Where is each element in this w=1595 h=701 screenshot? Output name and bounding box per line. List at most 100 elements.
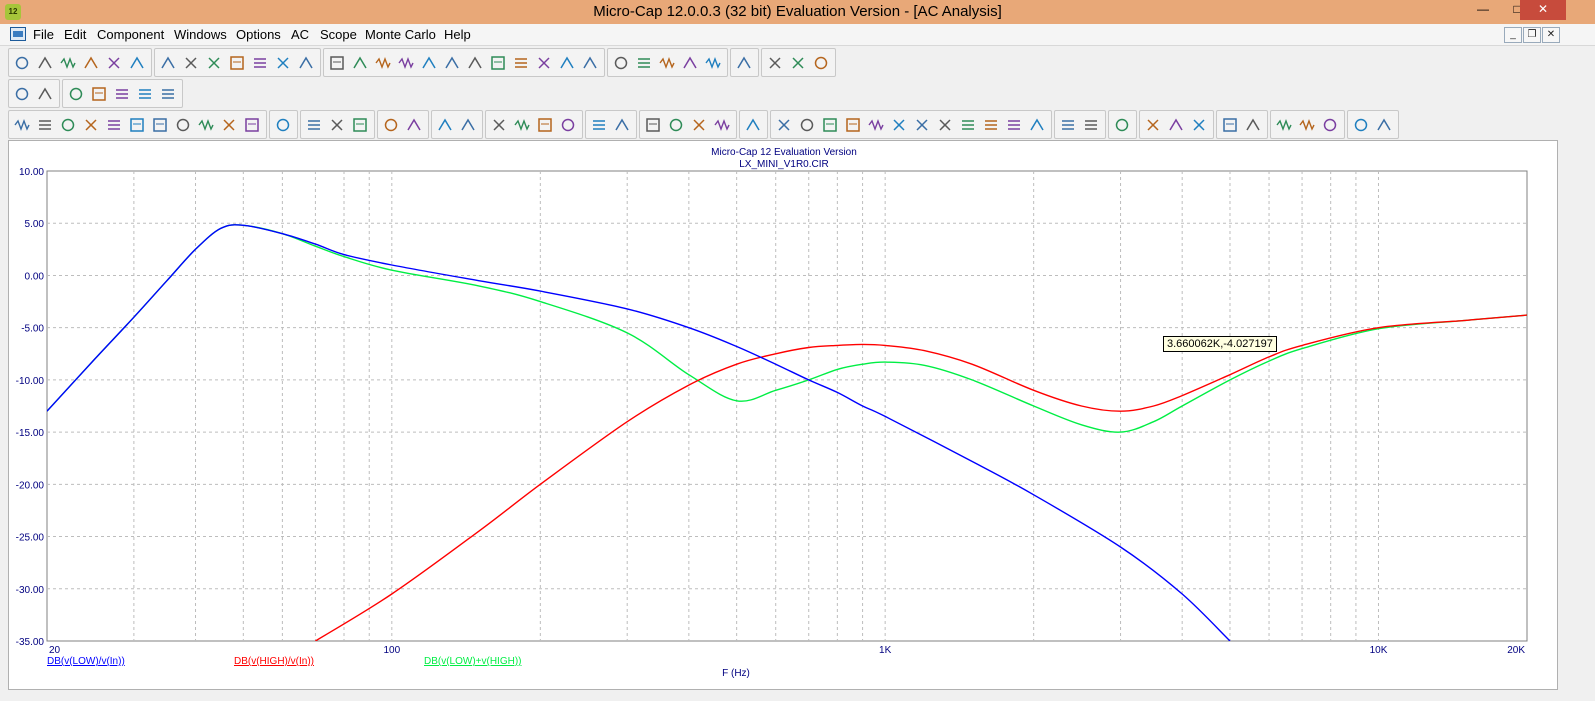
pan-hand-icon[interactable] xyxy=(36,116,54,134)
run-icon[interactable] xyxy=(305,116,323,134)
zoom-fit-icon[interactable] xyxy=(690,116,708,134)
delete-icon[interactable] xyxy=(274,54,292,72)
zoom-out2-icon[interactable] xyxy=(1244,116,1262,134)
print-icon[interactable] xyxy=(128,54,146,72)
cascade-icon[interactable] xyxy=(612,54,630,72)
report-icon[interactable] xyxy=(1113,116,1131,134)
fet-icon[interactable] xyxy=(466,54,484,72)
menu-scope[interactable]: Scope xyxy=(320,27,357,42)
dropdown-arrow-icon[interactable] xyxy=(82,116,100,134)
col1-icon[interactable] xyxy=(490,116,508,134)
mdi-close-button[interactable]: ✕ xyxy=(1542,27,1560,43)
probe-icon[interactable] xyxy=(558,54,576,72)
grid-icon[interactable] xyxy=(459,116,477,134)
legend-label[interactable]: DB(v(HIGH)/v(In)) xyxy=(234,656,314,667)
menu-ac[interactable]: AC xyxy=(291,27,309,42)
dropdown-arrow-icon[interactable] xyxy=(1082,116,1100,134)
col3-icon[interactable] xyxy=(536,116,554,134)
frame-icon[interactable] xyxy=(436,116,454,134)
properties-icon[interactable] xyxy=(90,85,108,103)
text-tool-icon[interactable] xyxy=(243,116,261,134)
text-mode-icon[interactable] xyxy=(36,85,54,103)
opamp-icon[interactable] xyxy=(489,54,507,72)
cursor-bottom-icon[interactable] xyxy=(959,116,977,134)
legend-label[interactable]: DB(v(LOW)/v(In)) xyxy=(47,656,125,667)
select-arrow-icon[interactable] xyxy=(13,116,31,134)
battery-icon[interactable] xyxy=(535,54,553,72)
minimize-button[interactable]: — xyxy=(1466,0,1500,20)
paste-icon[interactable] xyxy=(251,54,269,72)
scale-both-icon[interactable] xyxy=(197,116,215,134)
component-mode-icon[interactable] xyxy=(13,85,31,103)
calculator-icon[interactable] xyxy=(735,54,753,72)
cursor-inflect-icon[interactable] xyxy=(867,116,885,134)
zoom-out-icon[interactable] xyxy=(713,116,731,134)
same-x-icon[interactable] xyxy=(1167,116,1185,134)
same-y-icon[interactable] xyxy=(1190,116,1208,134)
menu-options[interactable]: Options xyxy=(236,27,281,42)
mdi-minimize-button[interactable]: _ xyxy=(1504,27,1522,43)
print-preview-icon[interactable] xyxy=(105,54,123,72)
settings-wizard-icon[interactable] xyxy=(789,54,807,72)
source-icon[interactable] xyxy=(512,54,530,72)
numeric-output-icon[interactable] xyxy=(1144,116,1162,134)
legend-label[interactable]: DB(v(LOW)+v(HIGH)) xyxy=(424,656,522,667)
cursor-top-icon[interactable] xyxy=(936,116,954,134)
tile-horizontal-icon[interactable] xyxy=(658,54,676,72)
capacitor-icon[interactable] xyxy=(374,54,392,72)
cursor-valley-icon[interactable] xyxy=(798,116,816,134)
menu-edit[interactable]: Edit xyxy=(64,27,86,42)
cursor-global-high-icon[interactable] xyxy=(890,116,908,134)
graph-select-icon[interactable] xyxy=(59,116,77,134)
tools-icon[interactable] xyxy=(113,85,131,103)
stop-icon[interactable] xyxy=(328,116,346,134)
tag-icon[interactable] xyxy=(274,116,292,134)
pause-icon[interactable] xyxy=(351,116,369,134)
inductor-icon[interactable] xyxy=(397,54,415,72)
new-file-icon[interactable] xyxy=(13,54,31,72)
plot-icon[interactable] xyxy=(136,85,154,103)
cursor-slope-icon[interactable] xyxy=(982,116,1000,134)
diode-icon[interactable] xyxy=(420,54,438,72)
refresh-icon[interactable] xyxy=(82,54,100,72)
row1-icon[interactable] xyxy=(590,116,608,134)
cursor-next-icon[interactable] xyxy=(1005,116,1023,134)
zoom-in-icon[interactable] xyxy=(1221,116,1239,134)
ground-icon[interactable] xyxy=(328,54,346,72)
close-button[interactable]: ✕ xyxy=(1520,0,1566,20)
copy-plot-icon[interactable] xyxy=(1352,116,1370,134)
menu-help[interactable]: Help xyxy=(444,27,471,42)
row2-icon[interactable] xyxy=(613,116,631,134)
tile-icon[interactable] xyxy=(1275,116,1293,134)
cursor-global-low-icon[interactable] xyxy=(913,116,931,134)
plot-window[interactable]: Micro-Cap 12 Evaluation Version LX_MINI_V… xyxy=(8,140,1558,690)
cursor-prev-icon[interactable] xyxy=(1028,116,1046,134)
open-file-icon[interactable] xyxy=(36,54,54,72)
globe-icon[interactable] xyxy=(812,54,830,72)
plot-edit-icon[interactable] xyxy=(159,85,177,103)
zoom-y-icon[interactable] xyxy=(667,116,685,134)
cursor-mode-icon[interactable] xyxy=(382,116,400,134)
clipboard-icon[interactable] xyxy=(1059,116,1077,134)
window-icon[interactable] xyxy=(681,54,699,72)
scale-x-icon[interactable] xyxy=(151,116,169,134)
cut-icon[interactable] xyxy=(205,54,223,72)
cursor-peak-icon[interactable] xyxy=(775,116,793,134)
transistor-icon[interactable] xyxy=(443,54,461,72)
cursor-mode2-icon[interactable] xyxy=(405,116,423,134)
data-points-icon[interactable] xyxy=(744,116,762,134)
select-all-icon[interactable] xyxy=(297,54,315,72)
fx-icon[interactable] xyxy=(220,116,238,134)
dropdown-arrow2-icon[interactable] xyxy=(1298,116,1316,134)
font-icon[interactable] xyxy=(1321,116,1339,134)
menu-file[interactable]: File xyxy=(33,27,54,42)
zoom-box-icon[interactable] xyxy=(128,116,146,134)
menu-component[interactable]: Component xyxy=(97,27,164,42)
undo-icon[interactable] xyxy=(159,54,177,72)
limits-icon[interactable] xyxy=(67,85,85,103)
menu-windows[interactable]: Windows xyxy=(174,27,227,42)
document-icon[interactable] xyxy=(10,27,26,41)
copy-plot2-icon[interactable] xyxy=(1375,116,1393,134)
ac-analysis-plot[interactable]: Micro-Cap 12 Evaluation VersionLX_MINI_V… xyxy=(9,141,1559,691)
mdi-restore-button[interactable]: ❐ xyxy=(1523,27,1541,43)
